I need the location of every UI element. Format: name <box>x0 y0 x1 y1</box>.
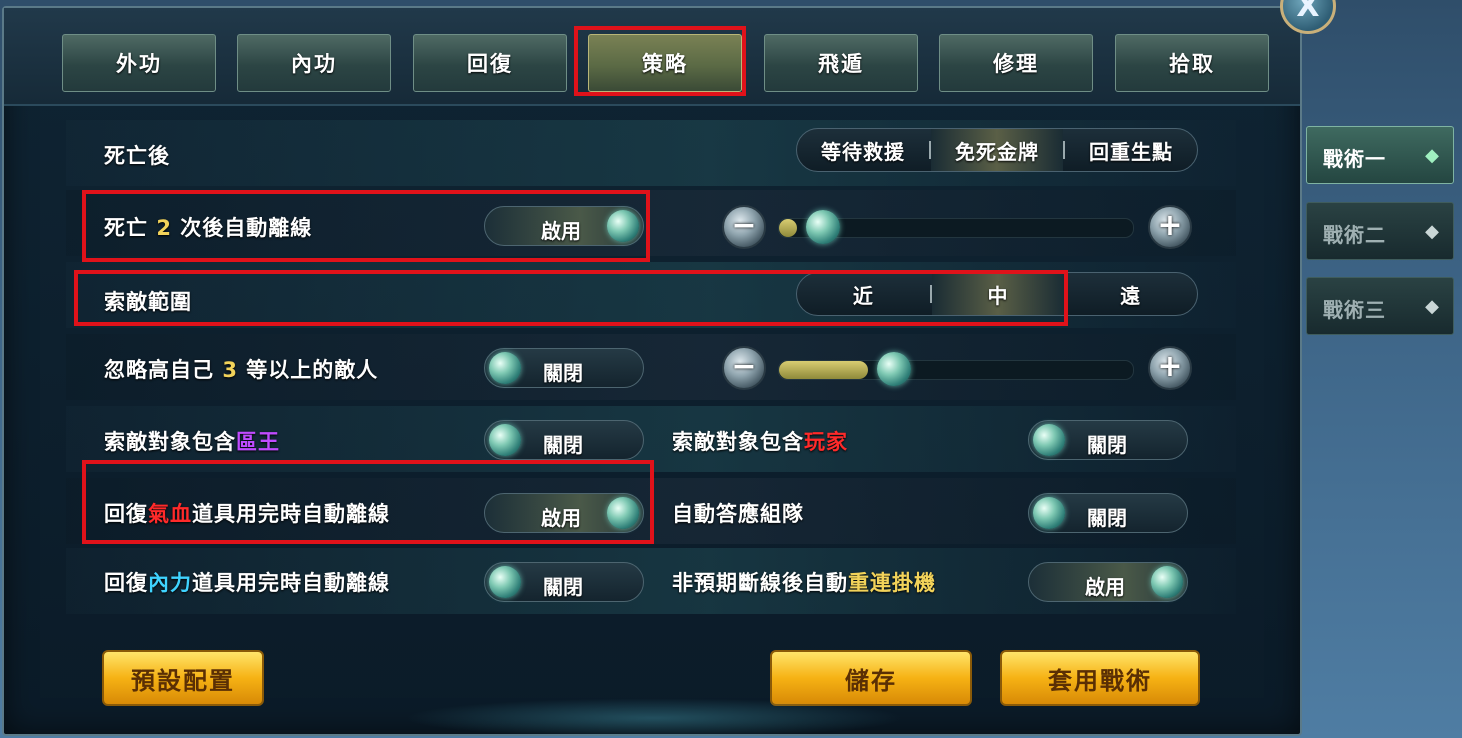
minus-icon: − <box>731 207 757 243</box>
side-tab-label: 戰術三 <box>1323 298 1386 322</box>
auto-party-label: 自動答應組隊 <box>672 502 804 526</box>
toggle-knob <box>1151 566 1183 598</box>
ignore-higher-label: 忽略高自己 3 等以上的敵人 <box>104 354 378 384</box>
level-diff-slider[interactable] <box>778 352 1134 386</box>
option-wait-rescue[interactable]: 等待救援 <box>797 129 929 171</box>
option-near[interactable]: 近 <box>797 273 930 315</box>
side-tab-tactic-3[interactable]: 戰術三 ◆ <box>1306 277 1454 335</box>
death-count-increase-button[interactable]: + <box>1148 205 1192 249</box>
ignore-higher-toggle[interactable]: 關閉 <box>484 348 644 388</box>
target-boss-label: 索敵對象包含區王 <box>104 426 280 456</box>
reconnect-label: 非預期斷線後自動重連掛機 <box>672 567 936 597</box>
label-text: 次後自動離線 <box>171 216 313 240</box>
tab-bar: 外功 內功 回復 策略 飛遁 修理 拾取 <box>4 8 1300 106</box>
tab-pickup[interactable]: 拾取 <box>1115 34 1269 92</box>
level-diff-decrease-button[interactable]: − <box>722 346 766 390</box>
settings-panel: 外功 內功 回復 策略 飛遁 修理 拾取 死亡後 等待救援 免死金牌 回重生點 … <box>2 6 1302 738</box>
minus-icon: − <box>731 348 757 384</box>
mp-highlight: 內力 <box>148 571 192 595</box>
label-text: 道具用完時自動離線 <box>192 502 390 526</box>
target-player-label: 索敵對象包含玩家 <box>672 426 848 456</box>
toggle-knob <box>607 497 639 529</box>
label-text: 回復 <box>104 571 148 595</box>
side-tab-label: 戰術二 <box>1323 223 1386 247</box>
label-text: 死亡 <box>104 216 157 240</box>
toggle-state: 關閉 <box>543 361 583 385</box>
tab-external-skill[interactable]: 外功 <box>62 34 216 92</box>
apply-tactic-button[interactable]: 套用戰術 <box>1000 650 1200 706</box>
diamond-icon: ◆ <box>1425 221 1439 242</box>
death-count-decrease-button[interactable]: − <box>722 205 766 249</box>
auto-party-toggle[interactable]: 關閉 <box>1028 493 1188 533</box>
label-text: 道具用完時自動離線 <box>192 571 390 595</box>
tab-internal-skill[interactable]: 內功 <box>237 34 391 92</box>
player-highlight: 玩家 <box>804 430 848 454</box>
label-text: 忽略高自己 <box>104 358 223 382</box>
tab-repair[interactable]: 修理 <box>939 34 1093 92</box>
option-death-pass[interactable]: 免死金牌 <box>931 129 1063 171</box>
slider-fill <box>779 361 868 379</box>
tab-strategy[interactable]: 策略 <box>588 34 742 92</box>
toggle-knob <box>607 210 639 242</box>
side-tab-tactic-2[interactable]: 戰術二 ◆ <box>1306 202 1454 260</box>
bottom-glow <box>404 698 904 738</box>
tab-recovery[interactable]: 回復 <box>413 34 567 92</box>
level-diff-increase-button[interactable]: + <box>1148 346 1192 390</box>
side-tab-tactic-1[interactable]: 戰術一 ◆ <box>1306 126 1454 184</box>
side-tab-label: 戰術一 <box>1323 147 1386 171</box>
label-text: 等以上的敵人 <box>237 358 379 382</box>
plus-icon: + <box>1157 207 1183 243</box>
plus-icon: + <box>1157 348 1183 384</box>
toggle-state: 啟用 <box>541 506 581 530</box>
toggle-knob <box>489 424 521 456</box>
level-diff-value: 3 <box>222 358 238 382</box>
default-config-button[interactable]: 預設配置 <box>102 650 264 706</box>
after-death-label: 死亡後 <box>104 144 170 168</box>
tab-flight[interactable]: 飛遁 <box>764 34 918 92</box>
after-death-selector: 等待救援 免死金牌 回重生點 <box>796 128 1198 172</box>
option-far[interactable]: 遠 <box>1064 273 1197 315</box>
mp-logout-label: 回復內力道具用完時自動離線 <box>104 567 390 597</box>
label-text: 非預期斷線後自動 <box>672 571 848 595</box>
hp-highlight: 氣血 <box>148 502 192 526</box>
toggle-state: 啟用 <box>1085 575 1125 599</box>
search-range-label: 索敵範圍 <box>104 290 192 314</box>
toggle-knob <box>489 352 521 384</box>
death-count-slider[interactable] <box>778 210 1134 244</box>
toggle-state: 關閉 <box>543 433 583 457</box>
hp-logout-label: 回復氣血道具用完時自動離線 <box>104 498 390 528</box>
toggle-state: 關閉 <box>1087 506 1127 530</box>
label-text: 索敵對象包含 <box>672 430 804 454</box>
label-text: 索敵對象包含 <box>104 430 236 454</box>
slider-handle[interactable] <box>805 210 840 244</box>
option-medium[interactable]: 中 <box>931 273 1065 315</box>
reconnect-toggle[interactable]: 啟用 <box>1028 562 1188 602</box>
search-range-selector: 近 中 遠 <box>796 272 1198 316</box>
toggle-knob <box>1033 497 1065 529</box>
close-icon: X <box>1296 0 1320 24</box>
slider-handle[interactable] <box>876 352 911 386</box>
slider-fill <box>779 219 797 237</box>
boss-highlight: 區王 <box>236 430 280 454</box>
death-count-value: 2 <box>156 216 172 240</box>
death-logout-label: 死亡 2 次後自動離線 <box>104 212 312 242</box>
option-respawn-point[interactable]: 回重生點 <box>1065 129 1197 171</box>
toggle-state: 關閉 <box>1087 433 1127 457</box>
reconnect-highlight: 重連掛機 <box>848 571 936 595</box>
diamond-icon: ◆ <box>1425 145 1439 166</box>
target-player-toggle[interactable]: 關閉 <box>1028 420 1188 460</box>
toggle-knob <box>489 566 521 598</box>
diamond-icon: ◆ <box>1425 296 1439 317</box>
toggle-knob <box>1033 424 1065 456</box>
mp-logout-toggle[interactable]: 關閉 <box>484 562 644 602</box>
hp-logout-toggle[interactable]: 啟用 <box>484 493 644 533</box>
toggle-state: 啟用 <box>541 219 581 243</box>
toggle-state: 關閉 <box>543 575 583 599</box>
death-logout-toggle[interactable]: 啟用 <box>484 206 644 246</box>
target-boss-toggle[interactable]: 關閉 <box>484 420 644 460</box>
label-text: 回復 <box>104 502 148 526</box>
